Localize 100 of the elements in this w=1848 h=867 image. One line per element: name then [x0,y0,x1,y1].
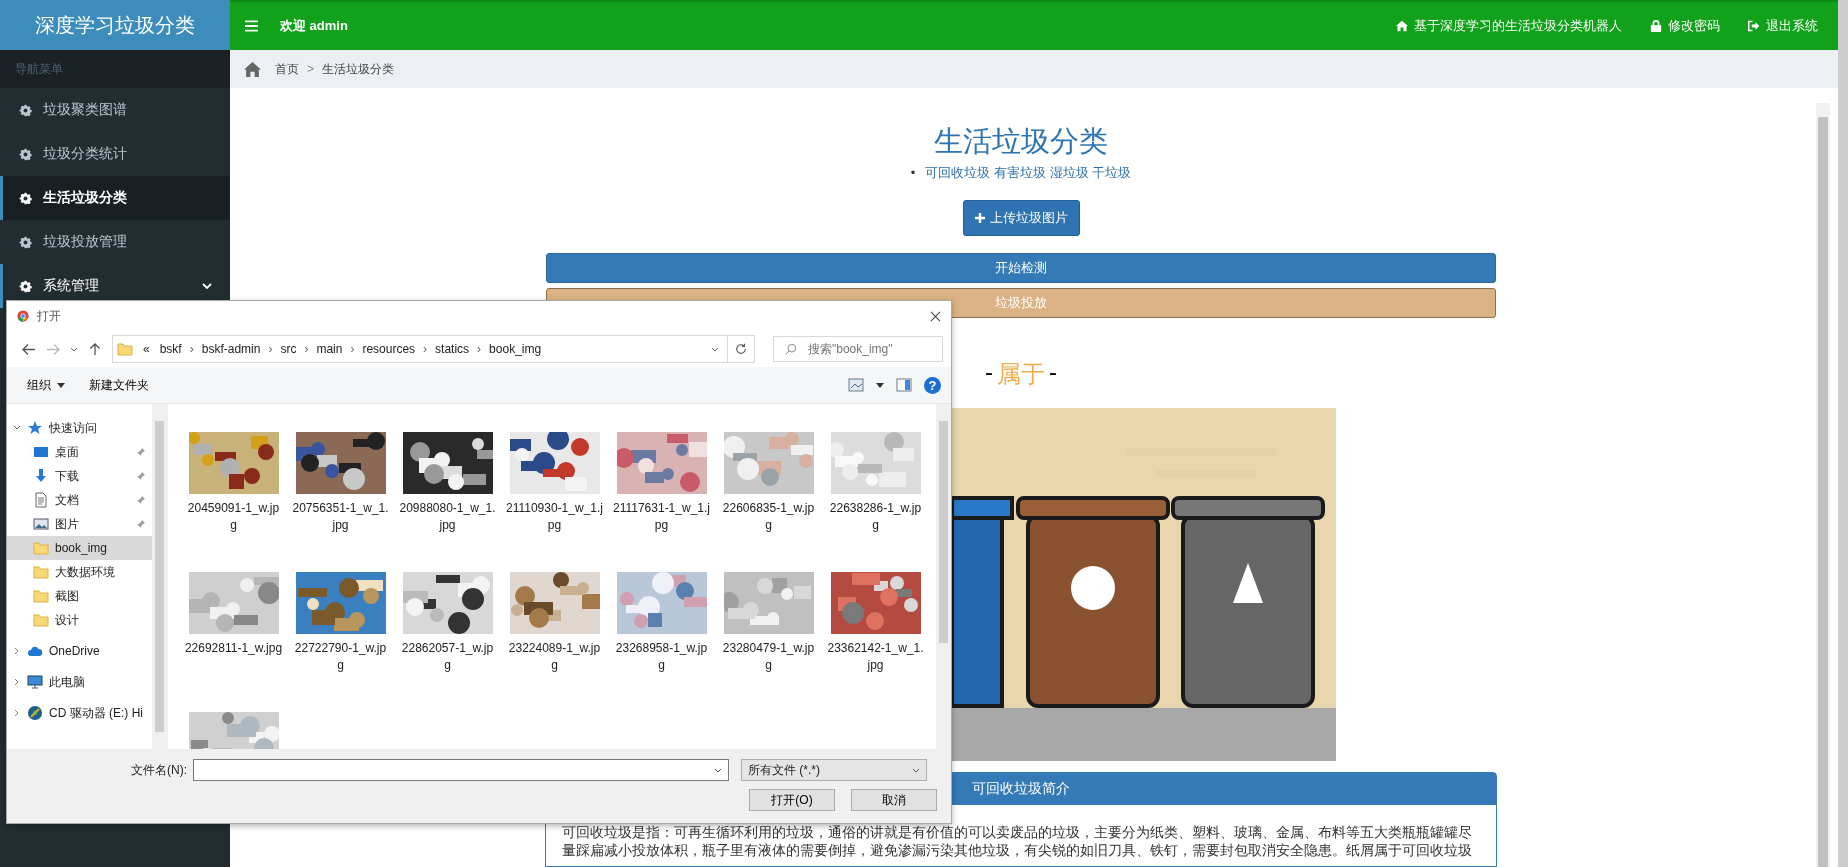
folder-icon [33,588,49,604]
chevron-right-icon[interactable] [13,678,21,686]
dialog-title: 打开 [37,307,61,325]
tree-item[interactable]: 桌面 [7,440,152,464]
app-title: 深度学习垃圾分类 [0,0,230,50]
category-list-item: 可回收垃圾 有害垃圾 湿垃圾 干垃圾 [925,164,1132,182]
result-text: 属于 [997,359,1045,389]
folder-icon [117,341,133,357]
sidebar-item[interactable]: 生活垃圾分类 [0,176,230,220]
welcome-text: 欢迎 admin [280,17,348,35]
tree-item[interactable]: 下载 [7,464,152,488]
scrollbar[interactable] [152,404,167,749]
sidebar-item[interactable]: 垃圾聚类图谱 [0,88,230,132]
new-folder-button[interactable]: 新建文件夹 [83,373,155,397]
tree-item[interactable]: 截图 [7,584,152,608]
pin-icon [136,519,146,529]
tree-item[interactable]: CD 驱动器 (E:) Hi [7,701,152,725]
organize-button[interactable]: 组织 [21,373,71,397]
scrollbar[interactable] [1838,0,1848,867]
close-icon[interactable] [930,310,941,322]
chevron-right-icon[interactable] [13,647,21,655]
tree-item[interactable]: 快速访问 [7,416,152,440]
sign-out-icon [1748,20,1760,32]
file-name[interactable]: 23280479-1_w.jpg [719,640,818,674]
file-name[interactable]: 23224089-1_w.jpg [505,640,604,674]
chevron-right-icon[interactable] [13,709,21,717]
file-name[interactable]: 22638286-1_w.jpg [826,500,925,534]
app-logo-icon [17,310,29,322]
chevron-down-icon[interactable] [13,424,21,432]
result-dash: - [1049,358,1057,387]
tree-item[interactable]: 设计 [7,608,152,632]
address-bar[interactable]: « bskf › bskf-admin › src › main › resources › statics › book_img [112,335,728,363]
sidebar-heading: 导航菜单 [0,50,230,88]
bullet: • [910,164,916,182]
caret-icon[interactable] [70,346,78,352]
tree-item[interactable]: 图片 [7,512,152,536]
file-name[interactable]: 20459091-1_w.jpg [184,500,283,534]
desktop-icon [33,444,49,460]
chevron-down-icon [202,283,212,289]
download-icon [33,468,49,484]
tree-item[interactable]: 大数据环境 [7,560,152,584]
scrollbar[interactable] [1816,103,1830,867]
gear-icon [19,103,32,117]
result-dash: - [985,358,993,387]
file-name[interactable]: 23268958-1_w.jpg [612,640,711,674]
pin-icon [136,471,146,481]
file-type-dropdown[interactable]: 所有文件 (*.*) [741,759,927,781]
plus-icon [974,213,985,223]
caret-icon[interactable] [714,768,722,773]
preview-pane-icon[interactable] [896,378,912,392]
filename-field[interactable] [193,759,729,781]
gear-icon [19,235,32,249]
refresh-button[interactable] [728,335,755,363]
file-name[interactable]: 22862057-1_w.jpg [398,640,497,674]
breadcrumb-item: 生活垃圾分类 [322,60,394,78]
sidebar-item[interactable]: 垃圾投放管理 [0,220,230,264]
search-icon [785,343,797,355]
breadcrumb-item[interactable]: 首页 [275,60,299,78]
file-name[interactable]: 20988080-1_w_1.jpg [398,500,497,534]
home-icon[interactable] [244,61,261,77]
caret-icon [912,767,920,773]
caret-icon[interactable] [876,382,884,388]
sidebar-item[interactable]: 垃圾分类统计 [0,132,230,176]
detect-button[interactable]: 开始检测 [546,253,1496,283]
file-name[interactable]: 22692811-1_w.jpg [184,640,283,657]
folder-icon [33,540,49,556]
file-name[interactable]: 21117631-1_w_1.jpg [612,500,711,534]
lock-icon [1650,20,1662,32]
tree-item[interactable]: 文档 [7,488,152,512]
cancel-button[interactable]: 取消 [851,789,937,811]
tree-item[interactable]: 此电脑 [7,670,152,694]
upload-button[interactable]: 上传垃圾图片 [962,200,1080,236]
back-arrow-icon[interactable] [22,342,36,356]
view-icon[interactable] [848,378,864,392]
open-button[interactable]: 打开(O) [749,789,835,811]
gear-icon [19,191,32,205]
pin-icon [136,495,146,505]
star-icon [27,420,43,436]
pin-icon [136,447,146,457]
image-icon [33,516,49,532]
tree-item[interactable]: book_img [7,536,152,560]
refresh-icon [735,343,747,355]
folder-icon [33,612,49,628]
caret-icon [711,346,719,352]
help-button[interactable]: ? [924,376,941,394]
menu-icon[interactable] [245,20,258,32]
file-name[interactable]: 20756351-1_w_1.jpg [291,500,390,534]
file-name[interactable]: 22722790-1_w.jpg [291,640,390,674]
folder-icon [33,564,49,580]
disc-icon [27,705,43,721]
search-field[interactable]: 搜索"book_img" [773,336,943,362]
panel-text: 可回收垃圾是指：可再生循环利用的垃圾，通俗的讲就是有价值的可以卖废品的垃圾，主要分为纸类、塑料、玻璃、金属、布料等五大类瓶瓶罐罐尽量踩扁减小投放体积，瓶子里有液体的需要倒掉，避免渗漏污染其他垃圾，有尖锐的如旧刀具、铁钉，需要封包取消安全隐患。纸屑属于可回收垃圾 [561,824,1473,860]
computer-icon [27,674,43,690]
tree-item[interactable]: OneDrive [7,639,152,663]
caret-icon [57,382,65,388]
scrollbar[interactable] [936,404,951,749]
file-name[interactable]: 22606835-1_w.jpg [719,500,818,534]
up-arrow-icon[interactable] [88,342,102,356]
file-name[interactable]: 23362142-1_w_1.jpg [826,640,925,674]
file-name[interactable]: 21110930-1_w_1.jpg [505,500,604,534]
